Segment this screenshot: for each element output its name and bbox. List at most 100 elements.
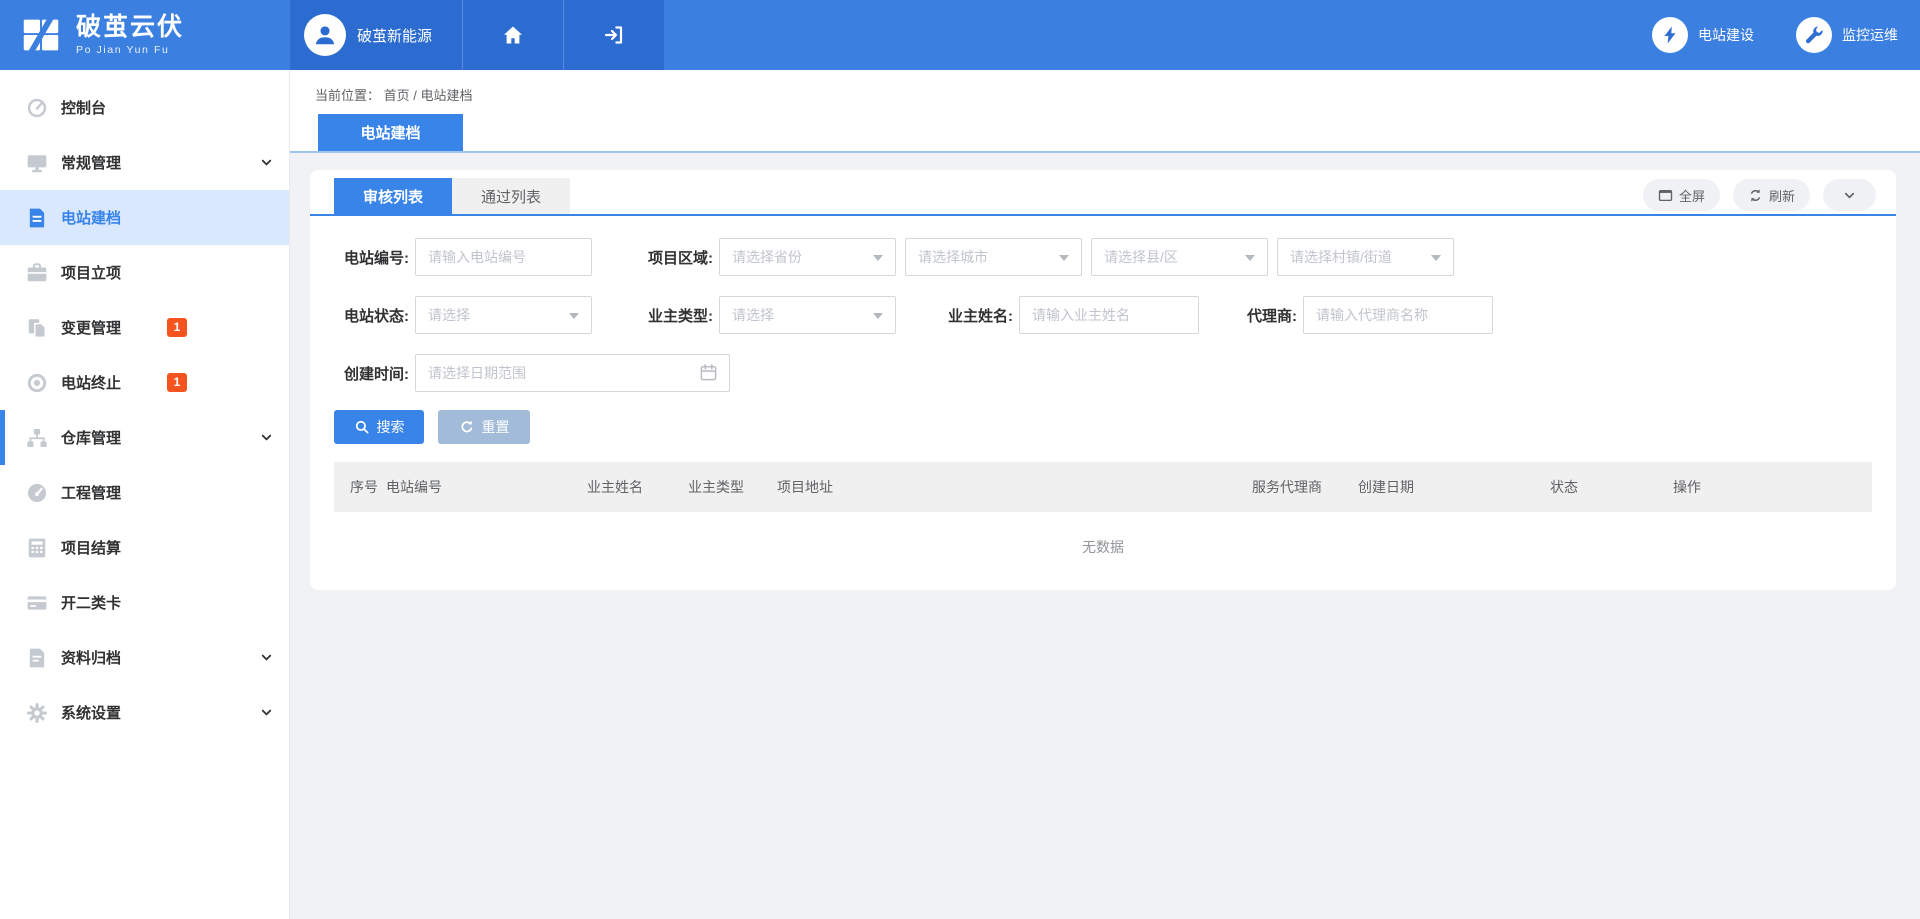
home-icon — [502, 24, 524, 46]
caret-down-icon — [873, 313, 883, 324]
main-area: 当前位置： 首页 / 电站建档 电站建档 审核列表通过列表 全屏 — [290, 70, 1920, 919]
sidebar-item-console[interactable]: 控制台 — [0, 80, 289, 135]
column-header-3: 业主姓名 — [587, 477, 688, 497]
region-label: 项目区域: — [638, 247, 713, 268]
calculator-icon — [26, 537, 48, 559]
fullscreen-button[interactable]: 全屏 — [1643, 179, 1720, 211]
chevron-down-icon — [259, 430, 274, 445]
chevron-down-icon — [259, 705, 274, 720]
column-header-7: 创建日期 — [1358, 477, 1550, 497]
chevron-down-icon — [259, 650, 274, 665]
breadcrumb-current: 电站建档 — [421, 88, 473, 103]
results-table: 序号电站编号业主姓名业主类型项目地址服务代理商创建日期状态操作 无数据 — [334, 462, 1872, 582]
chevron-down-icon — [1842, 188, 1857, 203]
sidebar-item-label: 系统设置 — [61, 702, 121, 723]
panel-toolbar: 全屏 刷新 — [1643, 179, 1876, 211]
page-tab[interactable]: 电站建档 — [318, 114, 463, 151]
owner-type-select[interactable]: 请选择 — [719, 296, 896, 334]
sidebar-item-system-settings[interactable]: 系统设置 — [0, 685, 289, 740]
reset-label: 重置 — [482, 417, 510, 437]
city-select[interactable]: 请选择城市 — [905, 238, 1082, 276]
station-status-select[interactable]: 请选择 — [415, 296, 592, 334]
table-header-row: 序号电站编号业主姓名业主类型项目地址服务代理商创建日期状态操作 — [334, 462, 1872, 512]
sidebar-item-general-mgmt[interactable]: 常规管理 — [0, 135, 289, 190]
monitor-ops-nav[interactable]: 监控运维 — [1796, 17, 1898, 53]
sidebar-item-project-initiation[interactable]: 项目立项 — [0, 245, 289, 300]
province-select[interactable]: 请选择省份 — [719, 238, 896, 276]
archive-icon — [26, 647, 48, 669]
sidebar-item-label: 变更管理 — [61, 317, 121, 338]
sitemap-icon — [26, 427, 48, 449]
topnav: 破茧新能源 — [290, 0, 664, 70]
search-button[interactable]: 搜索 — [334, 410, 424, 444]
file-icon — [26, 207, 48, 229]
sidebar-item-label: 控制台 — [61, 97, 106, 118]
district-select[interactable]: 请选择县/区 — [1091, 238, 1268, 276]
sidebar-item-warehouse-mgmt[interactable]: 仓库管理 — [0, 410, 289, 465]
sidebar-item-project-settlement[interactable]: 项目结算 — [0, 520, 289, 575]
copy-icon — [26, 317, 48, 339]
logout-button[interactable] — [563, 0, 664, 70]
brand-subname: Po Jian Yun Fu — [76, 44, 184, 56]
calendar-icon — [699, 363, 718, 382]
panel-tab-1[interactable]: 审核列表 — [334, 178, 452, 214]
topbar: 破茧云伏 Po Jian Yun Fu 破茧新能源 电站建设 监控运维 — [0, 0, 1920, 70]
refresh-label: 刷新 — [1769, 186, 1795, 205]
card-icon — [26, 592, 48, 614]
notification-badge: 1 — [167, 318, 187, 337]
gear-icon — [26, 702, 48, 724]
lightning-icon — [1652, 17, 1688, 53]
panel-tab-2[interactable]: 通过列表 — [452, 178, 570, 214]
reset-button[interactable]: 重置 — [438, 410, 530, 444]
column-header-2: 电站编号 — [386, 477, 587, 497]
created-time-label: 创建时间: — [334, 363, 409, 384]
date-range-input[interactable] — [415, 354, 730, 392]
breadcrumb-strip: 当前位置： 首页 / 电站建档 电站建档 — [290, 70, 1920, 153]
sidebar-item-label: 工程管理 — [61, 482, 121, 503]
brand-logo-icon — [18, 12, 64, 58]
column-header-8: 状态 — [1550, 477, 1673, 497]
breadcrumb-prefix: 当前位置： — [315, 88, 380, 103]
gauge-icon — [26, 482, 48, 504]
station-no-input[interactable] — [415, 238, 592, 276]
column-header-5: 项目地址 — [777, 477, 1252, 497]
sidebar-item-label: 电站终止 — [61, 372, 121, 393]
sidebar: 控制台常规管理电站建档项目立项变更管理 1 电站终止1仓库管理工程管理项目结算开二类… — [0, 70, 290, 919]
home-button[interactable] — [462, 0, 563, 70]
caret-down-icon — [1245, 255, 1255, 266]
breadcrumb-home[interactable]: 首页 — [384, 88, 410, 103]
caret-down-icon — [873, 255, 883, 266]
sidebar-item-label: 资料归档 — [61, 647, 121, 668]
search-label: 搜索 — [377, 417, 405, 437]
breadcrumb: 当前位置： 首页 / 电站建档 — [315, 85, 1920, 104]
agent-label: 代理商: — [1219, 305, 1297, 326]
owner-name-label: 业主姓名: — [938, 305, 1013, 326]
sidebar-item-change-mgmt[interactable]: 变更管理 1 — [0, 300, 289, 355]
station-build-nav[interactable]: 电站建设 — [1652, 17, 1754, 53]
refresh-button[interactable]: 刷新 — [1733, 179, 1810, 211]
user-menu[interactable]: 破茧新能源 — [290, 0, 462, 70]
caret-down-icon — [1431, 255, 1441, 266]
search-icon — [354, 419, 370, 435]
owner-type-label: 业主类型: — [638, 305, 713, 326]
sidebar-item-station-termination[interactable]: 电站终止1 — [0, 355, 289, 410]
sidebar-item-label: 常规管理 — [61, 152, 121, 173]
sidebar-item-engineering-mgmt[interactable]: 工程管理 — [0, 465, 289, 520]
date-range-picker[interactable] — [415, 354, 730, 392]
logout-icon — [603, 24, 625, 46]
wrench-icon — [1796, 17, 1832, 53]
brand[interactable]: 破茧云伏 Po Jian Yun Fu — [0, 0, 290, 70]
caret-down-icon — [569, 313, 579, 324]
collapse-button[interactable] — [1823, 179, 1876, 211]
breadcrumb-separator: / — [413, 88, 417, 103]
agent-input[interactable] — [1303, 296, 1493, 334]
sidebar-item-station-archive[interactable]: 电站建档 — [0, 190, 289, 245]
sidebar-item-data-archive[interactable]: 资料归档 — [0, 630, 289, 685]
chevron-down-icon — [259, 155, 274, 170]
station-status-label: 电站状态: — [334, 305, 409, 326]
sidebar-item-second-class-card[interactable]: 开二类卡 — [0, 575, 289, 630]
village-select[interactable]: 请选择村镇/街道 — [1277, 238, 1454, 276]
briefcase-icon — [26, 262, 48, 284]
owner-name-input[interactable] — [1019, 296, 1199, 334]
top-modules: 电站建设 监控运维 — [1652, 0, 1920, 70]
